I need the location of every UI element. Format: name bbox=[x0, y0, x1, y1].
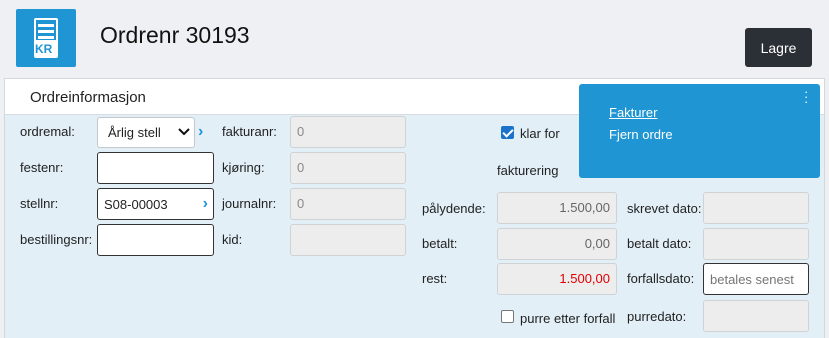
actions-panel: Fakturer Fjern ordre · · · bbox=[579, 84, 820, 178]
kebab-menu-icon[interactable]: · · · bbox=[804, 85, 808, 108]
betalt-dato-field bbox=[703, 228, 809, 260]
kid-field bbox=[290, 224, 406, 256]
app-logo[interactable]: KR bbox=[16, 9, 76, 67]
kid-label: kid: bbox=[222, 232, 243, 247]
palydende-field: 1.500,00 bbox=[497, 192, 617, 224]
betalt-label: betalt: bbox=[422, 236, 458, 251]
bestillingsnr-input[interactable] bbox=[97, 224, 214, 256]
chevron-down-icon bbox=[178, 128, 190, 136]
chevron-right-icon[interactable]: › bbox=[203, 195, 208, 213]
stellnr-label: stellnr: bbox=[20, 196, 59, 211]
fakturanr-field: 0 bbox=[290, 116, 406, 148]
purre-label: purre etter forfall bbox=[520, 311, 616, 326]
logo-text: KR bbox=[35, 42, 53, 56]
journalnr-field: 0 bbox=[290, 188, 406, 220]
purredato-label: purredato: bbox=[627, 309, 687, 324]
betalt-dato-label: betalt dato: bbox=[627, 236, 692, 251]
klar-for-fakturering-checkbox[interactable] bbox=[501, 126, 514, 139]
festenr-input[interactable] bbox=[97, 152, 214, 184]
forfallsdato-input[interactable] bbox=[703, 263, 809, 295]
fakturanr-label: fakturanr: bbox=[222, 124, 277, 139]
fakturer-link[interactable]: Fakturer bbox=[609, 105, 657, 120]
kjoring-label: kjøring: bbox=[222, 160, 265, 175]
card-title: Ordreinformasjon bbox=[30, 89, 146, 106]
kjoring-field: 0 bbox=[290, 152, 406, 184]
klar-label-1: klar for bbox=[520, 126, 560, 141]
stellnr-input[interactable]: S08-00003 › bbox=[97, 188, 214, 220]
palydende-label: pålydende: bbox=[422, 201, 486, 216]
skrevet-dato-label: skrevet dato: bbox=[627, 201, 702, 216]
betalt-field: 0,00 bbox=[497, 228, 617, 260]
purredato-field bbox=[703, 300, 809, 332]
festenr-label: festenr: bbox=[20, 160, 64, 175]
purre-checkbox[interactable] bbox=[501, 310, 514, 323]
rest-label: rest: bbox=[422, 271, 448, 286]
journalnr-label: journalnr: bbox=[222, 196, 277, 211]
ordremal-select[interactable]: Årlig stell bbox=[97, 117, 195, 148]
chevron-right-icon[interactable]: › bbox=[198, 123, 203, 141]
klar-label-2: fakturering bbox=[497, 163, 559, 178]
stellnr-value: S08-00003 bbox=[104, 197, 168, 212]
page-title: Ordrenr 30193 bbox=[100, 22, 250, 48]
bestillingsnr-label: bestillingsnr: bbox=[20, 232, 93, 247]
fjern-ordre-link[interactable]: Fjern ordre bbox=[609, 127, 673, 142]
ordremal-label: ordremal: bbox=[20, 124, 75, 139]
ordremal-value: Årlig stell bbox=[108, 125, 161, 140]
save-button[interactable]: Lagre bbox=[745, 28, 812, 67]
skrevet-dato-field bbox=[703, 192, 809, 224]
rest-field: 1.500,00 bbox=[497, 263, 617, 295]
forfallsdato-label: forfallsdato: bbox=[627, 271, 695, 286]
